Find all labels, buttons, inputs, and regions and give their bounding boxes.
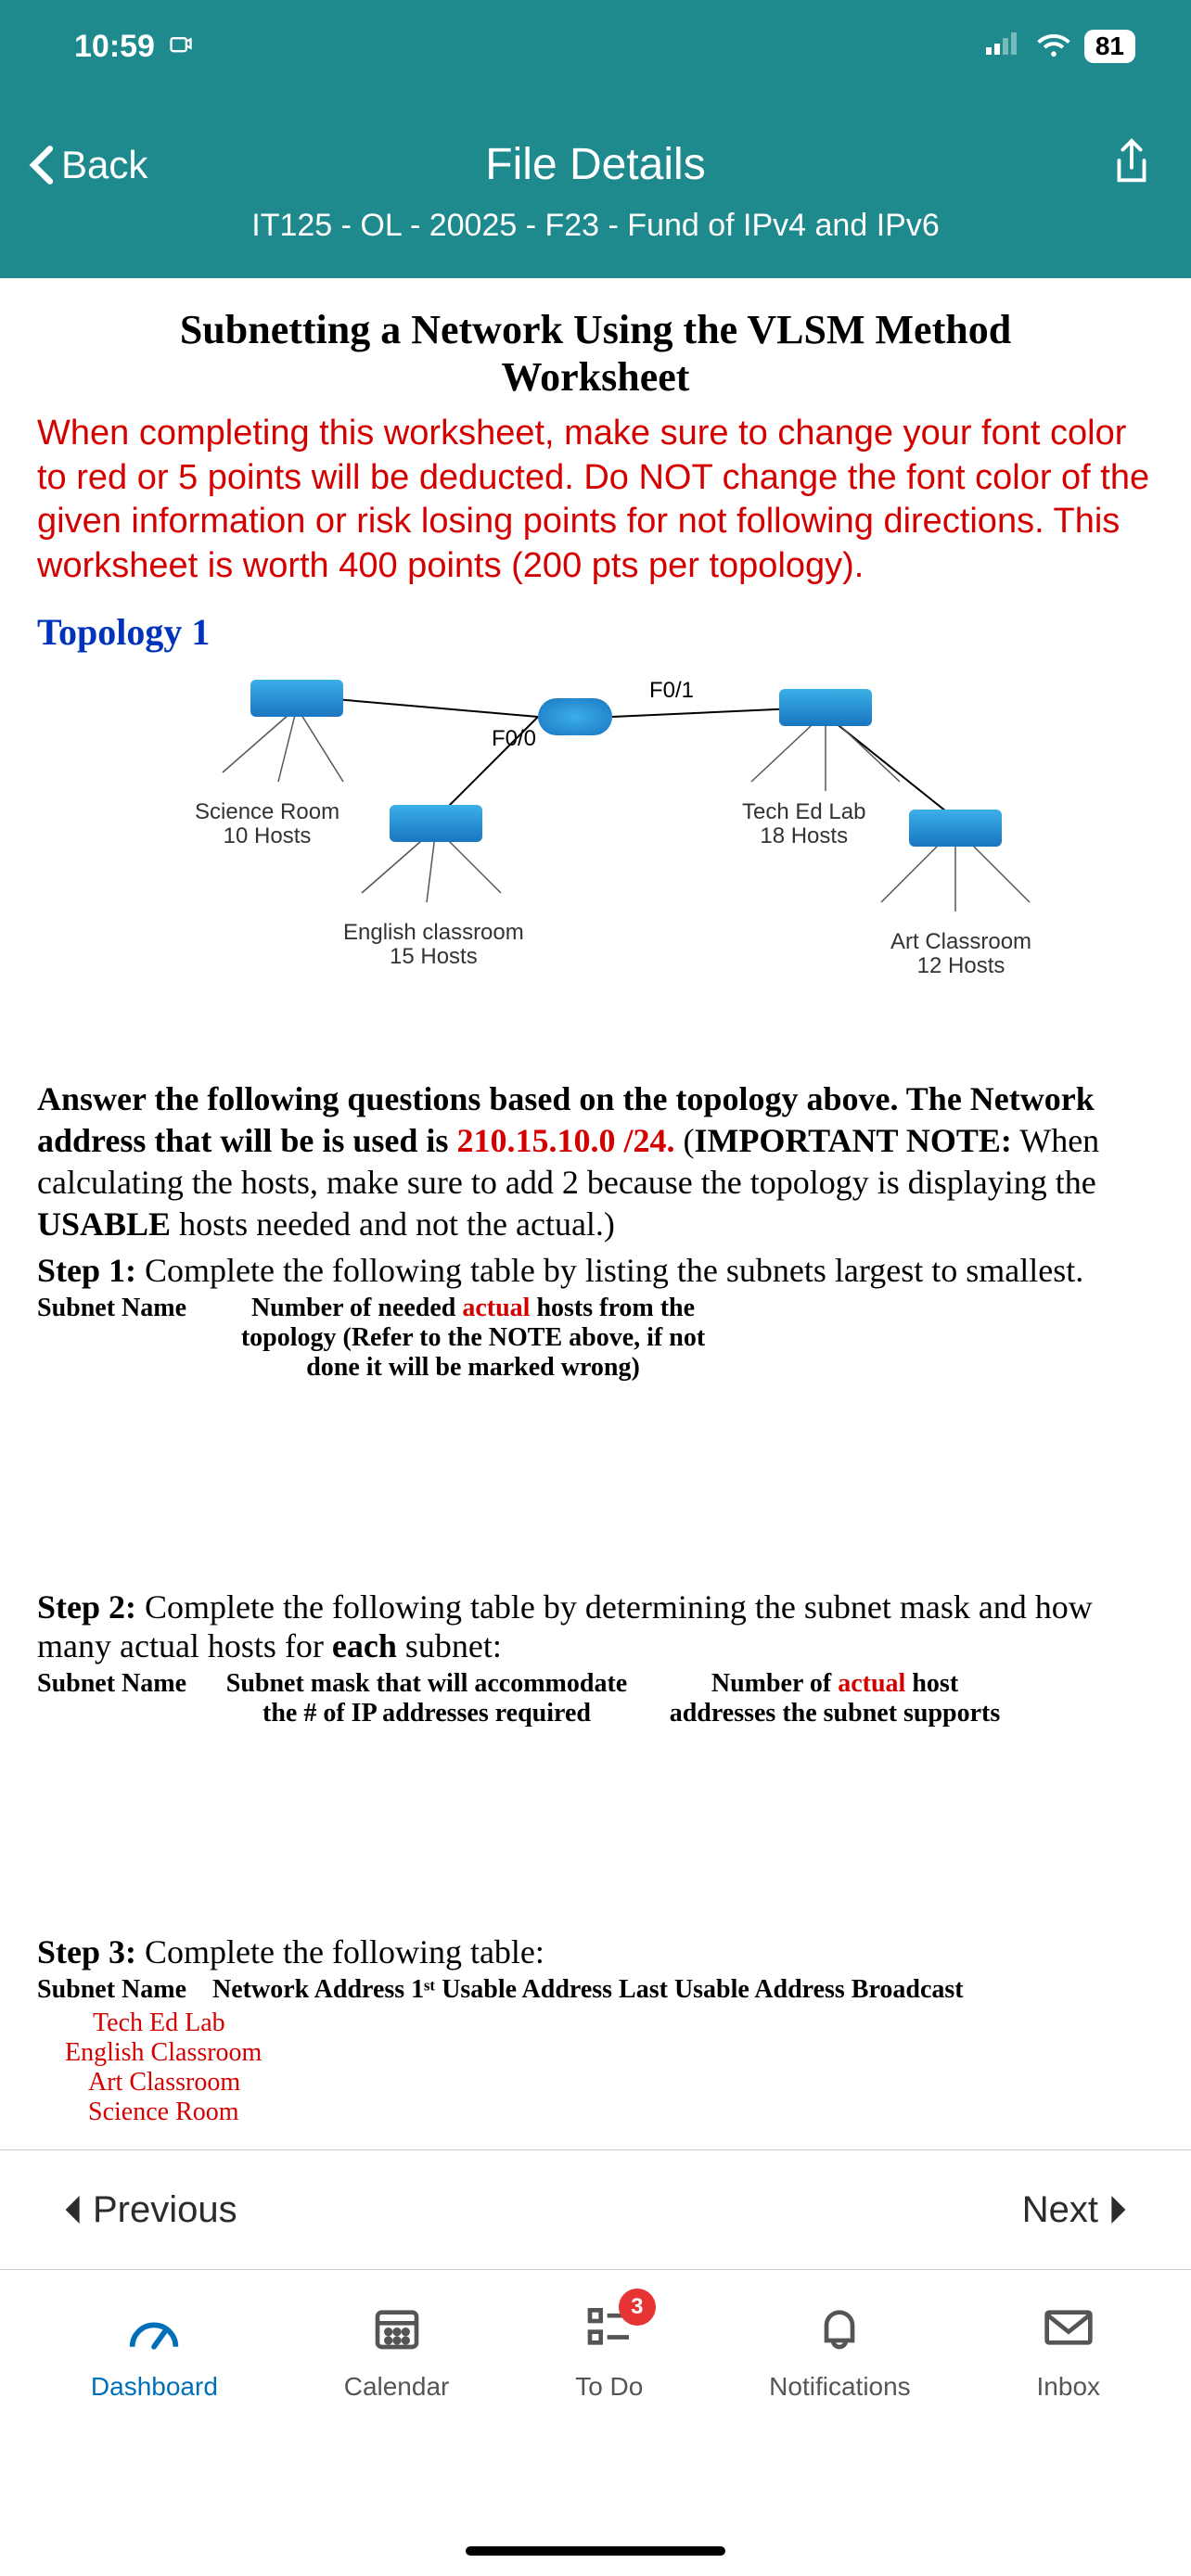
cellular-icon — [986, 29, 1023, 65]
home-indicator[interactable] — [466, 2546, 725, 2556]
row-teched: Tech Ed Lab — [93, 2009, 1154, 2038]
tab-bar: Dashboard Calendar 3 To Do Notifications… — [0, 2270, 1191, 2576]
doc-title-1: Subnetting a Network Using the VLSM Meth… — [37, 306, 1154, 353]
todo-icon: 3 — [580, 2298, 639, 2357]
mail-icon — [1039, 2298, 1098, 2357]
table3-header: Subnet Name Network Address 1ˢᵗ Usable A… — [37, 1975, 1154, 2005]
tab-todo-label: To Do — [575, 2372, 643, 2402]
row-art: Art Classroom — [88, 2068, 1154, 2098]
document-content: Subnetting a Network Using the VLSM Meth… — [0, 278, 1191, 2442]
art-hosts: 12 Hosts — [917, 953, 1005, 978]
previous-label: Previous — [93, 2189, 237, 2231]
interface-f01: F0/1 — [649, 678, 694, 704]
step1-line: Step 1: Complete the following table by … — [37, 1251, 1154, 1290]
dashboard-icon — [124, 2298, 184, 2357]
tab-calendar[interactable]: Calendar — [344, 2298, 450, 2402]
tab-dashboard-label: Dashboard — [91, 2372, 218, 2402]
camera-icon — [168, 29, 194, 65]
status-time: 10:59 — [74, 29, 155, 65]
back-button[interactable]: Back — [28, 143, 147, 187]
page-title: File Details — [485, 139, 705, 190]
english-label: English classroom — [343, 920, 524, 945]
tab-notifications[interactable]: Notifications — [769, 2298, 911, 2402]
teched-hosts: 18 Hosts — [760, 823, 848, 848]
bell-icon — [810, 2298, 869, 2357]
next-button[interactable]: Next — [1022, 2189, 1126, 2231]
step3-line: Step 3: Complete the following table: — [37, 1932, 1154, 1971]
previous-button[interactable]: Previous — [65, 2189, 237, 2231]
art-label: Art Classroom — [890, 929, 1031, 954]
tab-dashboard[interactable]: Dashboard — [91, 2298, 218, 2402]
doc-title-2: Worksheet — [37, 353, 1154, 401]
answer-intro: Answer the following questions based on … — [37, 1078, 1154, 1245]
todo-badge: 3 — [619, 2289, 656, 2326]
topology1-heading: Topology 1 — [37, 610, 1154, 654]
table1-header: Subnet Name Number of needed actual host… — [37, 1294, 1154, 1384]
english-hosts: 15 Hosts — [390, 944, 478, 969]
tab-notifications-label: Notifications — [769, 2372, 911, 2402]
table2-header: Subnet Name Subnet mask that will accomm… — [37, 1669, 1154, 1728]
prev-next-toolbar: Previous Next — [0, 2149, 1191, 2270]
status-bar: 10:59 81 — [0, 0, 1191, 93]
teched-label: Tech Ed Lab — [742, 799, 865, 824]
interface-f00: F0/0 — [492, 726, 536, 752]
battery-indicator: 81 — [1084, 30, 1135, 63]
step2-line: Step 2: Complete the following table by … — [37, 1588, 1154, 1665]
tab-todo[interactable]: 3 To Do — [575, 2298, 643, 2402]
share-button[interactable] — [1109, 137, 1154, 192]
switch-icon — [779, 689, 872, 726]
doc-intro: When completing this worksheet, make sur… — [37, 412, 1154, 588]
page-subtitle: IT125 - OL - 20025 - F23 - Fund of IPv4 … — [0, 208, 1191, 244]
topology1-diagram: F0/0 F0/1 Science Room 10 Hosts English … — [37, 661, 1154, 1069]
router-icon — [538, 698, 612, 735]
calendar-icon — [367, 2298, 427, 2357]
science-label: Science Room — [195, 799, 339, 824]
switch-icon — [909, 810, 1002, 847]
wifi-icon — [1036, 29, 1071, 65]
tab-inbox[interactable]: Inbox — [1037, 2298, 1101, 2402]
row-english: English Classroom — [65, 2038, 1154, 2068]
science-hosts: 10 Hosts — [224, 823, 312, 848]
next-label: Next — [1022, 2189, 1098, 2231]
table3-rows: Tech Ed Lab English Classroom Art Classr… — [37, 2009, 1154, 2127]
tab-calendar-label: Calendar — [344, 2372, 450, 2402]
tab-inbox-label: Inbox — [1037, 2372, 1101, 2402]
back-label: Back — [61, 143, 147, 187]
row-science: Science Room — [88, 2098, 1154, 2127]
switch-icon — [250, 680, 343, 717]
switch-icon — [390, 805, 482, 842]
nav-bar: Back File Details IT125 - OL - 20025 - F… — [0, 93, 1191, 278]
